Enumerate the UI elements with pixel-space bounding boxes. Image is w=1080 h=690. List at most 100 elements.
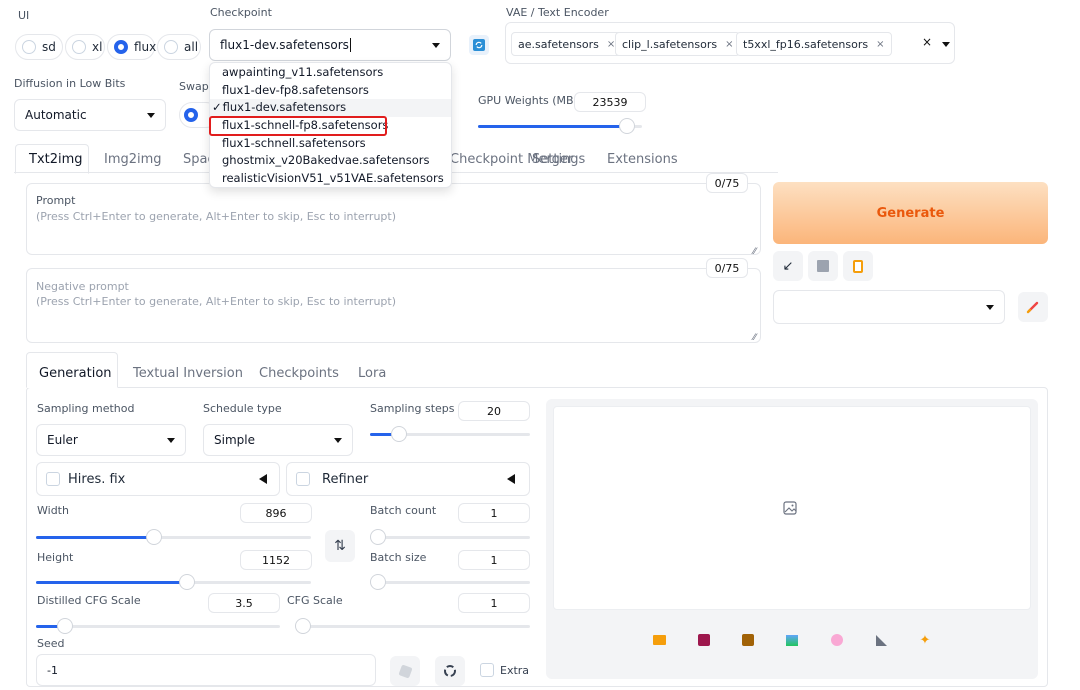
reuse-seed-button[interactable] <box>435 656 465 686</box>
sampling-steps-label: Sampling steps <box>370 402 455 415</box>
chevron-down-icon <box>167 438 175 443</box>
checkpoint-option[interactable]: ✓flux1-dev.safetensors <box>210 99 451 118</box>
radio-icon <box>22 40 36 54</box>
edit-styles-button[interactable] <box>1018 292 1048 322</box>
tab-generation[interactable]: Generation <box>39 366 112 381</box>
refiner-accordion[interactable]: Refiner <box>286 462 530 496</box>
checkpoint-option[interactable]: awpainting_v11.safetensors <box>210 64 451 82</box>
hires-fix-checkbox[interactable] <box>46 472 60 486</box>
distilled-cfg-input[interactable]: 3.5 <box>208 593 280 613</box>
width-slider[interactable] <box>36 529 311 545</box>
chevron-down-icon <box>986 305 994 310</box>
resize-handle-icon[interactable]: ⁄⁄ <box>753 247 756 257</box>
cfg-scale-slider[interactable] <box>295 618 530 634</box>
tab-img2img[interactable]: Img2img <box>104 152 162 167</box>
batch-size-slider[interactable] <box>370 574 530 590</box>
ui-radio-flux[interactable]: flux <box>107 34 156 60</box>
checkpoint-option[interactable]: flux1-dev-fp8.safetensors <box>210 82 451 100</box>
slider-handle[interactable] <box>295 618 311 634</box>
slider-handle[interactable] <box>370 529 386 545</box>
batch-size-input[interactable]: 1 <box>458 550 530 570</box>
gpu-weights-input[interactable]: 23539 <box>574 92 646 112</box>
sampling-steps-input[interactable]: 20 <box>458 401 530 421</box>
gpu-weights-label: GPU Weights (MB) <box>478 94 578 107</box>
styles-dropdown[interactable] <box>773 290 1005 324</box>
swap-arrows-icon: ⇅ <box>334 538 346 554</box>
diffusion-low-bits-dropdown[interactable]: Automatic <box>14 99 166 131</box>
cfg-scale-input[interactable]: 1 <box>458 593 530 613</box>
chevron-down-icon <box>432 43 440 48</box>
slider-handle[interactable] <box>390 426 407 442</box>
sampling-method-dropdown[interactable]: Euler <box>36 424 186 456</box>
apply-style-button[interactable] <box>843 251 873 281</box>
slider-handle[interactable] <box>370 574 386 590</box>
swap-dimensions-button[interactable]: ⇅ <box>325 530 355 562</box>
height-input[interactable]: 1152 <box>240 550 312 570</box>
zip-button[interactable] <box>734 626 762 654</box>
checkpoint-option[interactable]: flux1-schnell.safetensors <box>210 135 451 153</box>
ui-radio-all[interactable]: all <box>157 34 201 60</box>
radio-icon <box>184 108 198 122</box>
distilled-cfg-slider[interactable] <box>36 618 280 634</box>
remove-chip-icon[interactable]: × <box>876 39 884 50</box>
tab-lora[interactable]: Lora <box>358 366 386 381</box>
width-input[interactable]: 896 <box>240 503 312 523</box>
save-button[interactable] <box>690 626 718 654</box>
checkpoint-option[interactable]: flux1-schnell-fp8.safetensors <box>209 116 389 136</box>
schedule-type-label: Schedule type <box>203 402 282 415</box>
checkpoint-option-label: flux1-schnell.safetensors <box>222 135 366 150</box>
folder-icon <box>652 635 666 645</box>
hires-fix-accordion[interactable]: Hires. fix <box>36 462 280 496</box>
height-slider[interactable] <box>36 574 311 590</box>
checkpoint-option-label: flux1-schnell-fp8.safetensors <box>222 118 389 133</box>
active-tab-frame <box>15 144 89 174</box>
vae-label: VAE / Text Encoder <box>506 6 609 19</box>
refiner-checkbox[interactable] <box>296 472 310 486</box>
ui-radio-label: all <box>184 40 199 54</box>
send-to-img2img-button[interactable] <box>778 626 806 654</box>
tab-textual-inversion[interactable]: Textual Inversion <box>133 366 243 381</box>
chevron-down-icon[interactable] <box>942 42 950 47</box>
sampling-steps-slider[interactable] <box>370 426 530 442</box>
slider-handle[interactable] <box>619 118 636 134</box>
upscale-button[interactable]: ✦ <box>911 626 939 654</box>
send-to-inpaint-button[interactable] <box>823 626 851 654</box>
random-seed-button[interactable] <box>390 656 420 686</box>
remove-chip-icon[interactable]: × <box>725 39 733 50</box>
send-to-extras-button[interactable] <box>867 626 895 654</box>
trash-icon <box>817 260 829 272</box>
generate-button[interactable]: Generate <box>773 182 1048 244</box>
tab-settings[interactable]: Settings <box>532 152 585 167</box>
palette-icon <box>831 634 843 646</box>
checkpoint-option-label: ghostmix_v20Bakedvae.safetensors <box>222 153 430 168</box>
radio-icon <box>164 40 178 54</box>
extra-toggle[interactable]: Extra <box>480 663 529 677</box>
checkpoint-dropdown[interactable]: flux1-dev.safetensors <box>209 29 451 61</box>
diffusion-low-bits-label: Diffusion in Low Bits <box>14 77 126 90</box>
ui-radio-sd[interactable]: sd <box>15 34 63 60</box>
tab-checkpoints[interactable]: Checkpoints <box>259 366 339 381</box>
ui-radio-xl[interactable]: xl <box>65 34 105 60</box>
batch-count-input[interactable]: 1 <box>458 503 530 523</box>
clipboard-icon <box>853 259 863 273</box>
negative-prompt-label: Negative prompt <box>36 280 129 293</box>
image-icon <box>786 634 798 646</box>
refresh-checkpoint-button[interactable] <box>469 35 489 55</box>
collapse-arrow-icon[interactable] <box>507 474 515 484</box>
collapse-arrow-icon[interactable] <box>259 474 267 484</box>
read-params-button[interactable]: ↙ <box>773 251 803 281</box>
batch-count-slider[interactable] <box>370 529 530 545</box>
clear-vae-icon[interactable]: × <box>922 35 932 49</box>
schedule-type-dropdown[interactable]: Simple <box>203 424 353 456</box>
sampling-method-value: Euler <box>47 433 78 447</box>
open-folder-button[interactable] <box>645 626 673 654</box>
slider-fill <box>36 536 155 539</box>
resize-handle-icon[interactable]: ⁄⁄ <box>753 333 756 343</box>
tab-extensions[interactable]: Extensions <box>607 152 678 167</box>
clear-prompt-button[interactable] <box>808 251 838 281</box>
extra-checkbox[interactable] <box>480 663 494 677</box>
checkpoint-option[interactable]: ghostmix_v20Bakedvae.safetensors <box>210 152 451 170</box>
seed-input[interactable]: -1 <box>36 654 376 686</box>
checkpoint-option[interactable]: realisticVisionV51_v51VAE.safetensors <box>210 170 451 188</box>
gpu-weights-slider[interactable] <box>478 118 642 134</box>
